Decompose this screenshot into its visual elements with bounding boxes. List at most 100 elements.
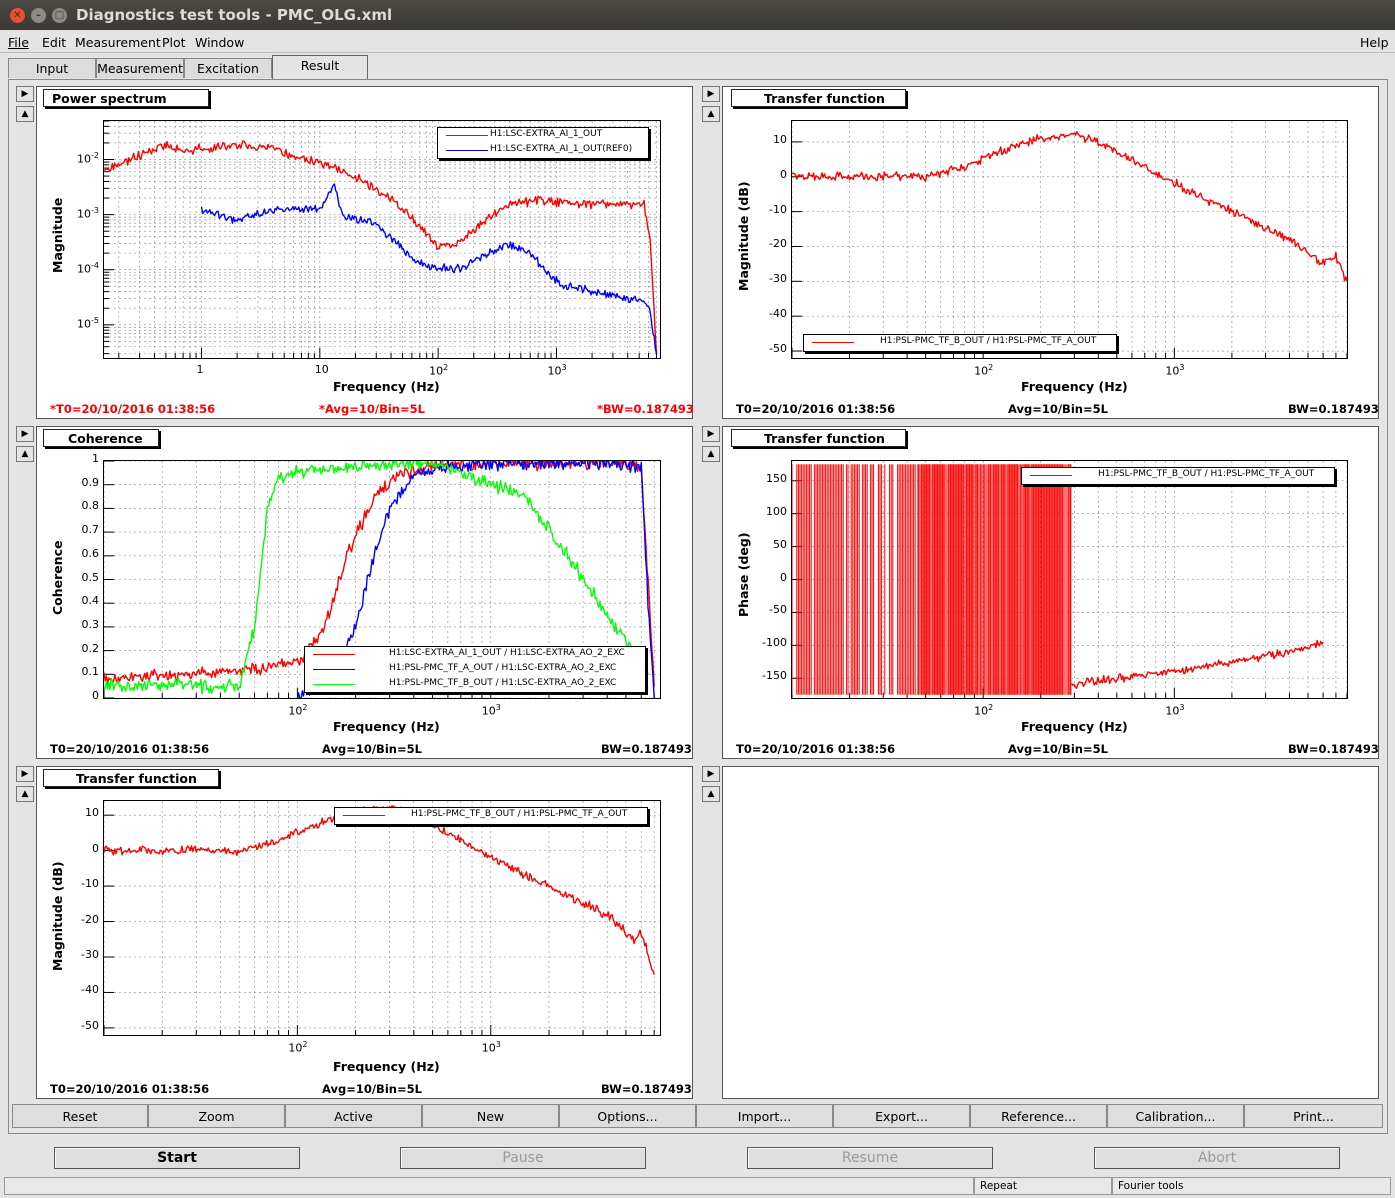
tick-exponent: 2 xyxy=(988,703,994,712)
abort-button[interactable]: Abort xyxy=(1094,1147,1340,1169)
resume-button[interactable]: Resume xyxy=(747,1147,993,1169)
panel-1-expand-button[interactable]: ▶ xyxy=(16,86,34,102)
options-button[interactable]: Options... xyxy=(559,1104,696,1128)
start-button[interactable]: Start xyxy=(54,1147,300,1169)
y-tick-label: -30 xyxy=(769,272,787,285)
x-tick-label: 103 xyxy=(1165,703,1184,718)
tab-measurement[interactable]: Measurement xyxy=(96,58,184,78)
tick-mantissa: -150 xyxy=(762,669,787,683)
series-line xyxy=(104,140,658,354)
tick-exponent: 3 xyxy=(561,363,567,372)
tick-mantissa: 0 xyxy=(780,570,787,584)
info-bw: BW=0.187493 xyxy=(1288,402,1379,416)
panel-4-expand-button[interactable]: ▶ xyxy=(702,426,720,442)
plot-panel-transfer-function-magnitude[interactable]: Transfer function Magnitude (dB) Frequen… xyxy=(722,86,1379,419)
y-tick-label: -20 xyxy=(81,913,99,926)
legend-entry: H1:LSC-EXTRA_AI_1_OUT / H1:LSC-EXTRA_AO_… xyxy=(305,647,645,662)
legend-entry: H1:PSL-PMC_TF_B_OUT / H1:PSL-PMC_TF_A_OU… xyxy=(804,335,1116,350)
x-axis-label: Frequency (Hz) xyxy=(333,719,440,734)
y-tick-label: 0.6 xyxy=(82,547,100,560)
tab-excitation[interactable]: Excitation xyxy=(184,58,272,78)
panel-5-collapse-button[interactable]: ▲ xyxy=(16,786,34,802)
menu-help[interactable]: Help xyxy=(1360,35,1389,50)
plot-panel-coherence[interactable]: Coherence Coherence Frequency (Hz) H1:LS… xyxy=(36,426,693,759)
menu-measurement[interactable]: Measurement xyxy=(75,35,161,50)
menu-file[interactable]: File xyxy=(8,35,29,50)
tick-mantissa: 0.2 xyxy=(81,641,100,655)
export-button[interactable]: Export... xyxy=(833,1104,970,1128)
y-tick-label: -150 xyxy=(762,669,787,682)
panel-3-expand-button[interactable]: ▶ xyxy=(16,426,34,442)
plot-toolbar: Reset Zoom Active New Options... Import.… xyxy=(10,1104,1385,1128)
y-axis-label: Magnitude (dB) xyxy=(50,861,65,971)
tick-mantissa: 10 xyxy=(429,364,444,378)
pause-button[interactable]: Pause xyxy=(400,1147,646,1169)
reference-button[interactable]: Reference... xyxy=(970,1104,1107,1128)
tick-mantissa: 0 xyxy=(780,167,787,181)
info-avg: Avg=10/Bin=5L xyxy=(1008,742,1108,756)
maximize-window-icon[interactable]: □ xyxy=(52,8,67,23)
tick-mantissa: 1 xyxy=(92,452,99,465)
y-tick-label: -10 xyxy=(769,203,787,216)
panel-title: Transfer function xyxy=(731,429,906,447)
panel-2-collapse-button[interactable]: ▲ xyxy=(702,106,720,122)
legend-label: H1:LSC-EXTRA_AI_1_OUT xyxy=(490,129,603,139)
tick-mantissa: -30 xyxy=(769,272,787,286)
panel-1-collapse-button[interactable]: ▲ xyxy=(16,106,34,122)
panel-2-expand-button[interactable]: ▶ xyxy=(702,86,720,102)
tick-mantissa: 0.4 xyxy=(81,594,100,608)
tick-mantissa: 10 xyxy=(547,364,562,378)
plot-panel-transfer-function-magnitude-2[interactable]: Transfer function Magnitude (dB) Frequen… xyxy=(36,766,693,1099)
y-tick-label: 0.5 xyxy=(82,571,100,584)
tick-mantissa: 0.7 xyxy=(81,523,100,537)
panel-6-collapse-button[interactable]: ▲ xyxy=(702,786,720,802)
menu-plot[interactable]: Plot xyxy=(162,35,186,50)
panel-6-expand-button[interactable]: ▶ xyxy=(702,766,720,782)
close-window-icon[interactable]: ✕ xyxy=(10,8,25,23)
info-t0: T0=20/10/2016 01:38:56 xyxy=(50,742,210,756)
minimize-window-icon[interactable]: – xyxy=(31,8,46,23)
status-bar-left xyxy=(4,1177,974,1195)
legend-label: H1:PSL-PMC_TF_B_OUT / H1:PSL-PMC_TF_A_OU… xyxy=(880,336,1097,346)
info-t0: T0=20/10/2016 01:38:56 xyxy=(736,402,896,416)
info-t0: T0=20/10/2016 01:38:56 xyxy=(736,742,896,756)
print-button[interactable]: Print... xyxy=(1244,1104,1383,1128)
window-title: Diagnostics test tools - PMC_OLG.xml xyxy=(76,6,393,24)
chart-svg xyxy=(104,801,660,1035)
tab-bar: Input Measurement Excitation Result xyxy=(0,55,1395,79)
tick-exponent: 3 xyxy=(1179,703,1185,712)
plot-panel-transfer-function-phase[interactable]: Transfer function Phase (deg) Frequency … xyxy=(722,426,1379,759)
menu-window[interactable]: Window xyxy=(195,35,244,50)
tab-input[interactable]: Input xyxy=(8,58,96,78)
calibration-button[interactable]: Calibration... xyxy=(1107,1104,1244,1128)
tick-mantissa: -30 xyxy=(81,948,99,961)
tick-mantissa: -50 xyxy=(81,1018,99,1032)
tick-mantissa: 10 xyxy=(77,207,92,221)
tick-exponent: 3 xyxy=(1179,363,1185,372)
active-button[interactable]: Active xyxy=(285,1104,422,1128)
tick-mantissa: 150 xyxy=(766,471,787,485)
x-tick-label: 103 xyxy=(1165,363,1184,378)
chart-legend: H1:PSL-PMC_TF_B_OUT / H1:PSL-PMC_TF_A_OU… xyxy=(334,807,648,825)
tick-mantissa: 10 xyxy=(85,806,99,820)
plot-area[interactable] xyxy=(791,460,1348,699)
menu-edit[interactable]: Edit xyxy=(42,35,66,50)
tick-mantissa: 10 xyxy=(77,152,92,166)
tick-mantissa: 0.8 xyxy=(81,499,100,513)
import-button[interactable]: Import... xyxy=(696,1104,833,1128)
legend-entry: H1:PSL-PMC_TF_B_OUT / H1:PSL-PMC_TF_A_OU… xyxy=(1022,468,1334,483)
zoom-button[interactable]: Zoom xyxy=(148,1104,285,1128)
panel-3-collapse-button[interactable]: ▲ xyxy=(16,446,34,462)
y-tick-label: 0.3 xyxy=(82,618,100,631)
plot-panel-power-spectrum[interactable]: Power spectrum Magnitude Frequency (Hz) … xyxy=(36,86,694,419)
plot-area[interactable] xyxy=(103,800,661,1036)
legend-swatch-red xyxy=(313,654,355,655)
chart-legend: H1:PSL-PMC_TF_B_OUT / H1:PSL-PMC_TF_A_OU… xyxy=(803,334,1117,352)
panel-5-expand-button[interactable]: ▶ xyxy=(16,766,34,782)
reset-button[interactable]: Reset xyxy=(12,1104,148,1128)
tab-result[interactable]: Result xyxy=(272,55,368,79)
panel-4-collapse-button[interactable]: ▲ xyxy=(702,446,720,462)
plot-panel-empty[interactable] xyxy=(722,766,1379,1099)
new-button[interactable]: New xyxy=(422,1104,559,1128)
plot-area[interactable] xyxy=(791,120,1348,359)
